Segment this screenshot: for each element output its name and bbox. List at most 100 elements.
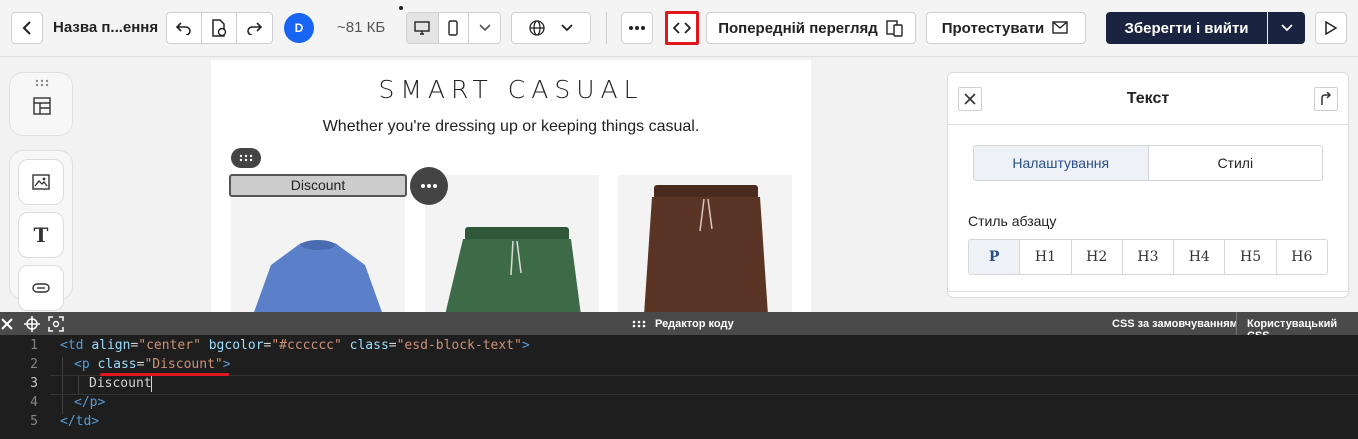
code-line-2: <p class="Discount"> — [74, 357, 231, 372]
preview-label: Попередній перегляд — [718, 19, 878, 37]
style-option-h2[interactable]: H2 — [1072, 240, 1123, 274]
text-cursor — [151, 376, 152, 392]
play-icon — [1325, 21, 1337, 35]
panel-tabs: Налаштування Стилі — [973, 145, 1323, 181]
test-label: Протестувати — [941, 19, 1045, 37]
drag-handle-icon[interactable] — [35, 79, 49, 87]
language-dropdown[interactable] — [511, 12, 591, 44]
document-title[interactable]: Назва п...ення — [53, 19, 158, 36]
line-number: 4 — [30, 395, 38, 410]
mobile-icon — [448, 20, 459, 36]
close-icon[interactable] — [1, 318, 13, 330]
code-editor-button[interactable] — [665, 11, 699, 45]
line-number: 3 — [30, 376, 38, 391]
email-subtitle[interactable]: Whether you're dressing up or keeping th… — [211, 118, 811, 136]
send-button[interactable] — [1315, 12, 1347, 44]
text-icon: T — [33, 223, 49, 247]
image-block-tool[interactable] — [18, 159, 64, 205]
more-horizontal-icon — [629, 26, 645, 30]
back-button[interactable] — [11, 12, 43, 44]
code-line-4: </p> — [74, 395, 106, 410]
drag-handle-icon — [239, 154, 253, 162]
panel-title: Текст — [1126, 90, 1170, 107]
style-option-p[interactable]: P — [969, 240, 1021, 274]
tab-divider — [1236, 312, 1237, 335]
undo-icon — [176, 22, 191, 35]
avatar[interactable]: D — [284, 13, 314, 43]
paragraph-style-label: Стиль абзацу — [968, 213, 1057, 229]
line-number: 2 — [30, 357, 38, 372]
preview-devices-icon — [886, 20, 903, 37]
code-editor[interactable]: 1 2 3 4 5 <td align="center" bgcolor="#c… — [0, 335, 1358, 439]
block-actions-button[interactable] — [410, 167, 448, 205]
more-button[interactable] — [621, 12, 653, 44]
chevron-down-icon — [561, 24, 573, 32]
shorts-image — [445, 227, 581, 312]
fullscreen-icon[interactable] — [48, 316, 64, 332]
mobile-view-button[interactable] — [439, 13, 470, 43]
device-switch — [406, 12, 501, 44]
move-icon[interactable] — [24, 316, 40, 332]
code-icon — [673, 22, 691, 34]
redo-button[interactable] — [237, 13, 272, 43]
panel-divider — [948, 291, 1348, 292]
size-indicator: ~81 КБ — [337, 19, 386, 36]
code-line-5: </td> — [60, 414, 100, 429]
turn-up-icon — [1321, 92, 1332, 105]
style-option-h4[interactable]: H4 — [1174, 240, 1226, 274]
email-heading[interactable]: SMART CASUAL — [211, 75, 811, 104]
device-dropdown[interactable] — [469, 13, 500, 43]
code-line-1: <td align="center" bgcolor="#cccccc" cla… — [60, 338, 530, 353]
structure-icon[interactable] — [33, 97, 51, 115]
active-line-highlight — [50, 375, 1358, 395]
product-image-green-shorts[interactable] — [425, 175, 599, 312]
desktop-icon — [414, 21, 431, 35]
style-option-h5[interactable]: H5 — [1225, 240, 1277, 274]
save-options-dropdown[interactable] — [1268, 12, 1305, 44]
test-button[interactable]: Протестувати — [926, 12, 1086, 44]
text-block-tool[interactable]: T — [18, 212, 64, 258]
top-toolbar: Назва п...ення D ~81 КБ Попередній перег… — [0, 0, 1358, 57]
selected-text-block[interactable]: Discount — [229, 174, 407, 197]
paragraph-style-selector: P H1 H2 H3 H4 H5 H6 — [968, 239, 1328, 275]
button-icon — [32, 283, 50, 293]
code-editor-title: Редактор коду — [655, 318, 734, 330]
history-group — [166, 12, 273, 44]
code-editor-header: Редактор коду CSS за замовчуванням Корис… — [0, 312, 1358, 342]
line-number: 1 — [30, 338, 38, 353]
send-mail-icon — [1052, 21, 1068, 34]
status-dot — [399, 6, 403, 10]
image-icon — [32, 174, 50, 190]
line-number: 5 — [30, 414, 38, 429]
chevron-left-icon — [22, 21, 31, 35]
settings-panel: Текст Налаштування Стилі Стиль абзацу P … — [947, 72, 1349, 298]
tab-settings[interactable]: Налаштування — [974, 146, 1149, 180]
tab-styles[interactable]: Стилі — [1149, 146, 1323, 180]
drag-handle-icon[interactable] — [632, 320, 648, 328]
globe-icon — [529, 20, 545, 36]
block-drag-handle[interactable] — [231, 148, 261, 168]
button-block-tool[interactable] — [18, 265, 64, 311]
style-option-h6[interactable]: H6 — [1277, 240, 1327, 274]
undo-button[interactable] — [167, 13, 203, 43]
desktop-view-button[interactable] — [407, 13, 439, 43]
chevron-down-icon — [1280, 24, 1293, 32]
pin-panel-button[interactable] — [1314, 87, 1338, 111]
save-and-exit-button[interactable]: Зберегти і вийти — [1106, 12, 1267, 44]
panel-header: Текст — [948, 73, 1348, 125]
versions-button[interactable] — [202, 13, 237, 43]
preview-button[interactable]: Попередній перегляд — [706, 12, 916, 44]
product-image-brown-pants[interactable] — [618, 175, 792, 312]
redo-icon — [247, 22, 263, 35]
file-history-icon — [212, 19, 227, 37]
blocks-tool-group: T — [9, 150, 73, 311]
code-line-3: Discount — [89, 376, 152, 391]
style-option-h1[interactable]: H1 — [1020, 240, 1072, 274]
structure-tool-group — [9, 72, 73, 136]
pants-image — [644, 185, 768, 312]
divider — [606, 12, 607, 44]
chevron-down-icon — [479, 24, 491, 32]
default-css-tab[interactable]: CSS за замовчуванням — [1112, 318, 1238, 330]
more-horizontal-icon — [421, 184, 437, 188]
style-option-h3[interactable]: H3 — [1123, 240, 1175, 274]
